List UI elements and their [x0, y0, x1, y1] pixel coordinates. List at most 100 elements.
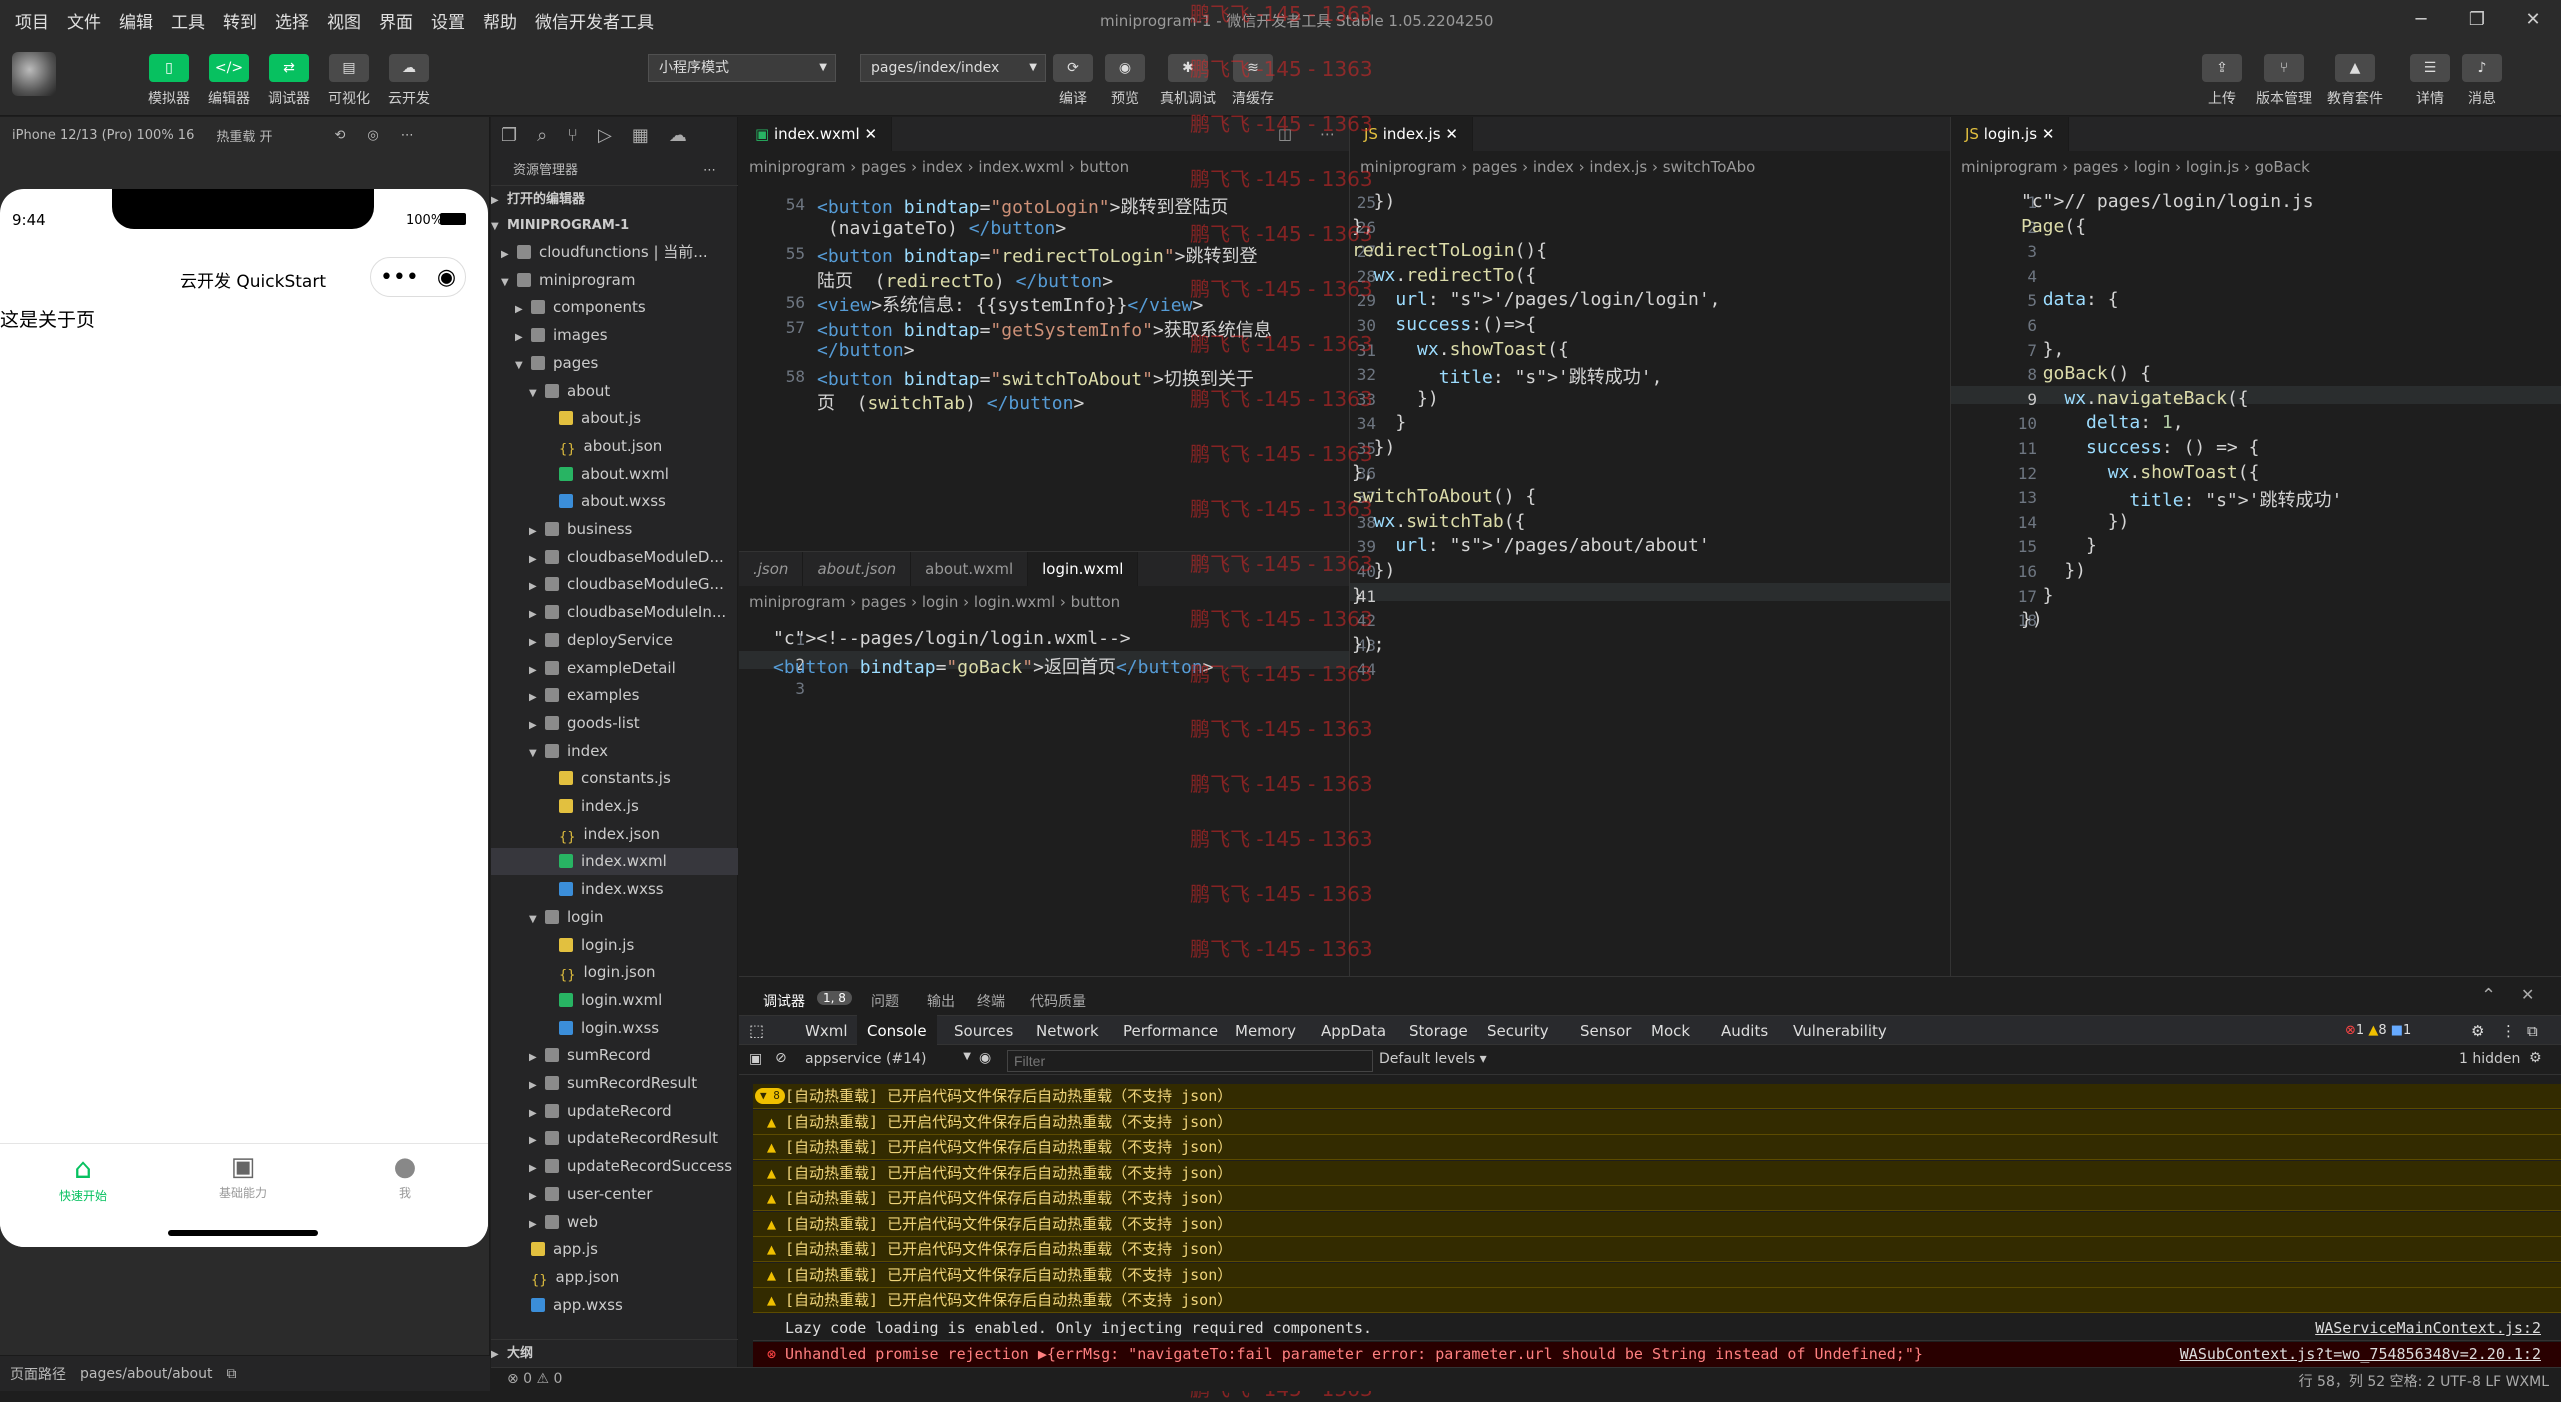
menu-item[interactable]: 文件 [58, 8, 110, 33]
console-warning[interactable]: ▲ [自动热重载] 已开启代码文件保存后自动热重载（不支持 json） [753, 1109, 2561, 1135]
code-line[interactable]: (navigateTo) </button> [817, 218, 1066, 239]
tree-folder[interactable]: ▶ web [491, 1209, 738, 1236]
more-icon[interactable]: ⋯ [401, 128, 414, 143]
avatar[interactable] [12, 52, 56, 96]
tree-folder[interactable]: ▶ cloudfunctions | 当前... [491, 239, 738, 266]
tree-folder[interactable]: ▶ cloudbaseModuleD... [491, 544, 738, 571]
debug-icon[interactable]: ▷ [598, 125, 612, 146]
more-icon[interactable]: ⋮ [2501, 1015, 2516, 1047]
context-select[interactable]: appservice (#14) ▼ [805, 1051, 971, 1067]
source-link[interactable]: WASubContext.js?t=wo_754856348v=2.20.1:2 [2171, 1342, 2541, 1367]
clear-console-icon[interactable]: ⊘ [775, 1050, 787, 1066]
tree-file[interactable]: constants.js [491, 765, 738, 792]
code-line[interactable]: wx.navigateBack({ [2021, 388, 2248, 409]
tree-file[interactable]: app.js [491, 1236, 738, 1263]
panel-appdata[interactable]: AppData [1321, 1015, 1386, 1047]
gear-icon[interactable]: ⚙ [2471, 1015, 2484, 1047]
panel-audits[interactable]: Audits [1721, 1015, 1768, 1047]
inspect-icon[interactable]: ⬚ [749, 1015, 764, 1047]
tree-file[interactable]: about.wxml [491, 461, 738, 488]
messages-button[interactable]: ♪ 消息 [2462, 54, 2502, 108]
collapse-icon[interactable]: ⌃ [2481, 985, 2496, 1006]
menu-item[interactable]: 选择 [266, 8, 318, 33]
code-line[interactable]: } [2021, 535, 2097, 556]
console-warning[interactable]: ▲ [自动热重载] 已开启代码文件保存后自动热重载（不支持 json） [753, 1160, 2561, 1186]
console-info[interactable]: Lazy code loading is enabled. Only injec… [753, 1316, 2561, 1341]
tree-folder[interactable]: ▶ images [491, 322, 738, 349]
code-line[interactable]: Page({ [2021, 216, 2086, 237]
code-line[interactable]: 陆页 (redirectTo) </button> [817, 267, 1113, 293]
tab-quickstart[interactable]: ⌂ 快速开始 [50, 1152, 116, 1204]
code-line[interactable]: }); [1352, 634, 1385, 655]
tab-terminal[interactable]: 终端 [977, 991, 1005, 1011]
tree-folder[interactable]: ▼ login [491, 904, 738, 931]
menu-item[interactable]: 设置 [422, 8, 474, 33]
menu-item[interactable]: 帮助 [474, 8, 526, 33]
tab-me[interactable]: ● 我 [372, 1152, 438, 1201]
tab-about-json[interactable]: about.json [803, 552, 912, 586]
code-line[interactable]: </button> [817, 340, 915, 361]
console-warning[interactable]: ▼ 8 [自动热重载] 已开启代码文件保存后自动热重载（不支持 json） [753, 1084, 2561, 1109]
editor-button[interactable]: </> 编辑器 [208, 54, 250, 108]
console-filter-input[interactable] [1007, 1050, 1373, 1072]
console-warning[interactable]: ▲ [自动热重载] 已开启代码文件保存后自动热重载（不支持 json） [753, 1186, 2561, 1211]
console-error[interactable]: ⊗ Unhandled promise rejection ▶{errMsg: "… [753, 1342, 2561, 1367]
cloud-icon[interactable]: ☁ [669, 125, 687, 146]
tree-file[interactable]: index.wxml [491, 848, 738, 876]
code-line[interactable]: }) [2021, 560, 2086, 581]
console-warning[interactable]: ▲ [自动热重载] 已开启代码文件保存后自动热重载（不支持 json） [753, 1211, 2561, 1237]
tree-file[interactable]: {} app.json [491, 1264, 738, 1291]
panel-wxml[interactable]: Wxml [805, 1015, 848, 1047]
eye-icon[interactable]: ◉ [979, 1050, 991, 1066]
sidebar-toggle-icon[interactable]: ▣ [749, 1051, 762, 1067]
code-line[interactable]: wx.switchTab({ [1352, 511, 1526, 532]
tree-file[interactable]: index.js [491, 793, 738, 820]
tree-folder[interactable]: ▶ updateRecord [491, 1098, 738, 1125]
console-warning[interactable]: ▲ [自动热重载] 已开启代码文件保存后自动热重载（不支持 json） [753, 1288, 2561, 1313]
extensions-icon[interactable]: ▦ [632, 125, 649, 146]
code-line[interactable]: "c">// pages/login/login.js [2021, 191, 2314, 212]
code-line[interactable]: }) [2021, 609, 2043, 630]
menu-item[interactable]: 视图 [318, 8, 370, 33]
copy-icon[interactable]: ⧉ [226, 1366, 236, 1382]
console-warning[interactable]: ▲ [自动热重载] 已开启代码文件保存后自动热重载（不支持 json） [753, 1135, 2561, 1160]
mode-select[interactable]: 小程序模式 ▼ [648, 54, 836, 82]
details-button[interactable]: ☰ 详情 [2410, 54, 2450, 108]
record-icon[interactable]: ◎ [367, 128, 378, 143]
tab-basic[interactable]: ▣ 基础能力 [210, 1152, 276, 1201]
cursor-info[interactable]: 行 58，列 52 空格: 2 UTF-8 LF WXML [2299, 1371, 2549, 1391]
tree-file[interactable]: about.js [491, 405, 738, 432]
tree-folder[interactable]: ▶ examples [491, 682, 738, 709]
tab-login-js[interactable]: JS login.js ✕ [1951, 117, 2070, 151]
code-line[interactable]: }) [1352, 191, 1396, 212]
menu-item[interactable]: 编辑 [110, 8, 162, 33]
tree-folder[interactable]: ▼ index [491, 738, 738, 765]
tree-folder[interactable]: ▶ components [491, 294, 738, 321]
open-editors-section[interactable]: ▶ 打开的编辑器 [491, 185, 738, 212]
panel-performance[interactable]: Performance [1123, 1015, 1218, 1047]
tree-folder[interactable]: ▶ sumRecordResult [491, 1070, 738, 1097]
menu-item[interactable]: 工具 [162, 8, 214, 33]
search-icon[interactable]: ⌕ [537, 125, 547, 146]
tree-file[interactable]: app.wxss [491, 1292, 738, 1319]
preview-button[interactable]: ◉ 预览 [1105, 54, 1145, 108]
code-line[interactable]: url: "s">'/pages/about/about' [1352, 535, 1709, 556]
tree-folder[interactable]: ▼ pages [491, 350, 738, 377]
tab-debugger[interactable]: 调试器 [763, 991, 805, 1011]
tree-folder[interactable]: ▶ cloudbaseModuleG... [491, 571, 738, 598]
outline-section[interactable]: ▶ 大纲 [491, 1339, 738, 1366]
code-line[interactable]: <button bindtap="gotoLogin">跳转到登陆页 [817, 193, 1228, 219]
code-line[interactable]: redirectToLogin(){ [1352, 240, 1547, 261]
rotate-icon[interactable]: ⟲ [335, 128, 346, 143]
tab-index-wxml[interactable]: ▣ index.wxml ✕ [739, 117, 893, 151]
panel-console[interactable]: Console [857, 1015, 937, 1047]
tree-folder[interactable]: ▶ exampleDetail [491, 655, 738, 682]
panel-sources[interactable]: Sources [954, 1015, 1013, 1047]
education-button[interactable]: ▲ 教育套件 [2327, 54, 2383, 108]
code-line[interactable]: wx.showToast({ [2021, 462, 2260, 483]
tree-folder[interactable]: ▶ sumRecord [491, 1042, 738, 1069]
tree-folder[interactable]: ▶ updateRecordSuccess [491, 1153, 738, 1180]
menu-item[interactable]: 界面 [370, 8, 422, 33]
tree-folder[interactable]: ▶ goods-list [491, 710, 738, 737]
cloud-button[interactable]: ☁ 云开发 [388, 54, 430, 108]
